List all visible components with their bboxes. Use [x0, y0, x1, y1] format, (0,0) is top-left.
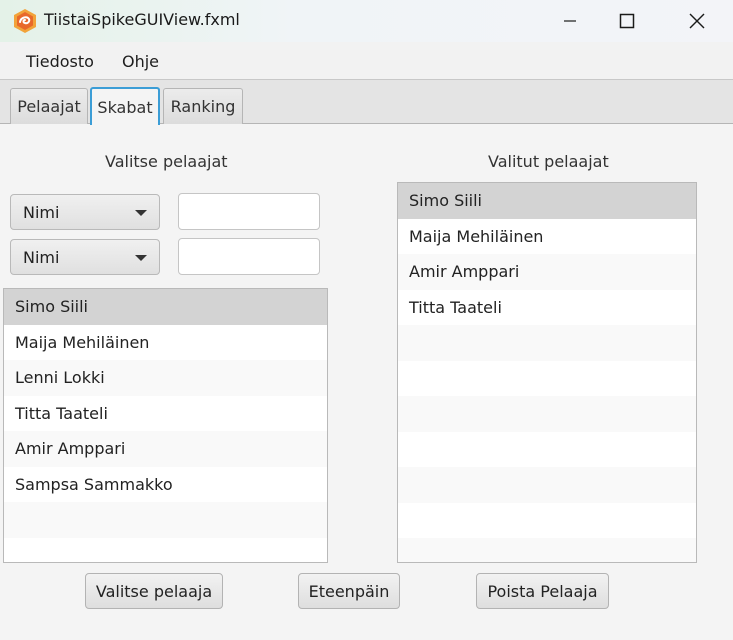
select-player-button[interactable]: Valitse pelaaja: [85, 573, 223, 609]
close-button[interactable]: [674, 0, 720, 42]
maximize-icon: [619, 13, 635, 29]
minimize-icon: [564, 20, 576, 22]
tab-pelaajat[interactable]: Pelaajat: [10, 88, 88, 124]
list-item[interactable]: Simo Siili: [4, 289, 327, 325]
maximize-button[interactable]: [604, 0, 650, 42]
available-players-list[interactable]: Simo Siili Maija Mehiläinen Lenni Lokki …: [3, 288, 328, 563]
tab-bar: Pelaajat Skabat Ranking: [0, 80, 733, 125]
empty-list-row: [398, 502, 696, 538]
app-window: TiistaiSpikeGUIView.fxml Tiedosto Ohje P…: [0, 0, 733, 640]
empty-list-row: [4, 502, 327, 538]
list-item[interactable]: Simo Siili: [398, 183, 696, 219]
combo-value: Nimi: [23, 248, 60, 267]
filter-field-combo-2[interactable]: Nimi: [10, 239, 160, 275]
remove-player-button[interactable]: Poista Pelaaja: [476, 573, 609, 609]
menu-bar: Tiedosto Ohje: [0, 42, 733, 80]
chevron-down-icon: [135, 210, 147, 216]
tab-skabat[interactable]: Skabat: [90, 87, 160, 125]
list-item[interactable]: Amir Amppari: [398, 254, 696, 290]
empty-list-row: [398, 325, 696, 361]
empty-list-row: [398, 396, 696, 432]
selected-players-list[interactable]: Simo Siili Maija Mehiläinen Amir Amppari…: [397, 182, 697, 563]
empty-list-row: [4, 537, 327, 562]
selected-players-heading: Valitut pelaajat: [488, 152, 609, 171]
empty-list-row: [398, 467, 696, 503]
menu-help[interactable]: Ohje: [122, 52, 159, 71]
tab-ranking[interactable]: Ranking: [163, 88, 243, 124]
list-item[interactable]: Maija Mehiläinen: [4, 324, 327, 360]
close-icon: [689, 13, 705, 29]
empty-list-row: [398, 360, 696, 396]
list-item[interactable]: Sampsa Sammakko: [4, 466, 327, 502]
combo-value: Nimi: [23, 203, 60, 222]
title-bar[interactable]: TiistaiSpikeGUIView.fxml: [0, 0, 733, 42]
list-item[interactable]: Titta Taateli: [398, 289, 696, 325]
list-item[interactable]: Titta Taateli: [4, 395, 327, 431]
list-item[interactable]: Lenni Lokki: [4, 360, 327, 396]
empty-list-row: [398, 431, 696, 467]
chevron-down-icon: [135, 255, 147, 261]
select-players-heading: Valitse pelaajat: [105, 152, 228, 171]
minimize-button[interactable]: [547, 0, 593, 42]
filter-field-combo-1[interactable]: Nimi: [10, 194, 160, 230]
filter-text-input-1[interactable]: [178, 193, 320, 230]
menu-file[interactable]: Tiedosto: [26, 52, 94, 71]
app-icon: [14, 9, 36, 33]
empty-list-row: [398, 538, 696, 562]
filter-text-input-2[interactable]: [178, 238, 320, 275]
list-item[interactable]: Maija Mehiläinen: [398, 218, 696, 254]
next-button[interactable]: Eteenpäin: [298, 573, 400, 609]
window-title: TiistaiSpikeGUIView.fxml: [44, 10, 240, 29]
list-item[interactable]: Amir Amppari: [4, 431, 327, 467]
